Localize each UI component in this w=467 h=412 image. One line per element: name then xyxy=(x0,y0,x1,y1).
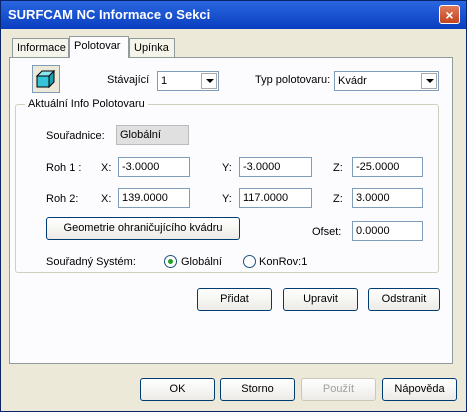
stavajici-value: 1 xyxy=(161,75,168,87)
block-stock-icon[interactable] xyxy=(32,65,60,93)
roh2-x-label: X: xyxy=(101,193,112,205)
window-title: SURFCAM NC Informace o Sekci xyxy=(8,7,211,22)
roh2-y-input[interactable]: 117.0000 xyxy=(239,188,312,208)
add-button[interactable]: Přidat xyxy=(197,288,272,311)
tab-polotovar[interactable]: Polotovar xyxy=(69,36,129,58)
roh1-y-input[interactable]: -3.0000 xyxy=(239,157,312,177)
roh2-x-input[interactable]: 139.0000 xyxy=(118,188,190,208)
souradnice-field: Globální xyxy=(116,125,189,145)
typ-polotovaru-select[interactable]: Kvádr xyxy=(334,71,439,91)
typ-polotovaru-label: Typ polotovaru: xyxy=(255,74,331,86)
ok-button[interactable]: OK xyxy=(140,378,215,401)
roh1-z-label: Z: xyxy=(333,162,343,174)
roh1-y-label: Y: xyxy=(222,162,232,174)
roh2-label: Roh 2: xyxy=(46,193,79,205)
close-button[interactable]: × xyxy=(439,5,460,24)
title-bar[interactable]: SURFCAM NC Informace o Sekci × xyxy=(1,1,466,29)
help-button[interactable]: Nápověda xyxy=(382,378,457,401)
info-group-legend: Aktuální Info Polotovaru xyxy=(25,98,148,110)
roh2-y-label: Y: xyxy=(222,193,232,205)
roh1-x-input[interactable]: -3.0000 xyxy=(118,157,190,177)
typ-polotovaru-value: Kvádr xyxy=(338,75,367,87)
roh1-z-input[interactable]: -25.0000 xyxy=(352,157,423,177)
tab-informace[interactable]: Informace xyxy=(12,38,69,57)
souradnice-label: Souřadnice: xyxy=(46,130,105,142)
chevron-down-icon[interactable] xyxy=(201,73,217,89)
ofset-input[interactable]: 0.0000 xyxy=(352,221,423,241)
tab-label: Polotovar xyxy=(74,40,121,52)
chevron-down-icon[interactable] xyxy=(421,73,437,89)
geometry-bounding-box-button[interactable]: Geometrie ohraničujícího kvádru xyxy=(46,217,240,240)
edit-button[interactable]: Upravit xyxy=(283,288,358,311)
delete-button[interactable]: Odstranit xyxy=(368,288,440,311)
roh1-x-label: X: xyxy=(101,162,112,174)
close-icon: × xyxy=(445,7,454,23)
roh2-z-label: Z: xyxy=(333,193,343,205)
apply-button: Použít xyxy=(301,378,376,401)
tab-label: Informace xyxy=(17,42,66,54)
coordinate-system-label: Souřadný Systém: xyxy=(46,256,136,268)
roh2-z-input[interactable]: 3.0000 xyxy=(352,188,423,208)
tab-label: Upínka xyxy=(134,42,169,54)
radio-global[interactable] xyxy=(164,255,177,268)
ofset-label: Ofset: xyxy=(312,226,342,238)
radio-konrov-label[interactable]: KonRov:1 xyxy=(259,256,307,268)
stavajici-select[interactable]: 1 xyxy=(157,71,219,91)
radio-konrov[interactable] xyxy=(243,255,256,268)
radio-global-label[interactable]: Globální xyxy=(181,256,222,268)
radio-selected-dot xyxy=(168,259,173,264)
stavajici-label: Stávající xyxy=(107,74,150,86)
tab-upinka[interactable]: Upínka xyxy=(129,38,175,57)
roh1-label: Roh 1 : xyxy=(46,162,82,174)
cancel-button[interactable]: Storno xyxy=(220,378,295,401)
dialog-window: SURFCAM NC Informace o Sekci × Informace… xyxy=(0,0,467,412)
